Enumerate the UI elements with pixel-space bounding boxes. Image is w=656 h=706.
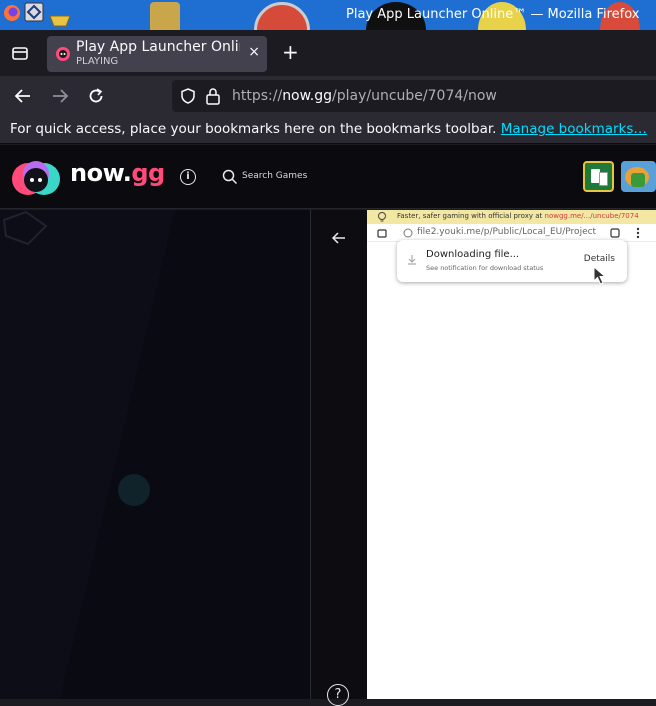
adventure-game-thumbnail[interactable]: [621, 161, 656, 192]
tab-favicon-icon: [56, 47, 70, 61]
in-game-menu-icon[interactable]: [635, 227, 641, 239]
nowgg-wordmark[interactable]: now.gg: [70, 159, 165, 187]
download-subtitle: See notification for download status: [426, 264, 544, 272]
game-background-area: [0, 210, 310, 699]
nowgg-mascot-logo[interactable]: [9, 156, 63, 196]
lock-icon[interactable]: [205, 87, 221, 105]
taskbar-deco-icon: [150, 2, 180, 30]
os-title-bar: Play App Launcher Online™ — Mozilla Fire…: [0, 0, 656, 30]
tab-close-icon[interactable]: ×: [248, 44, 260, 60]
solitaire-game-thumbnail[interactable]: [583, 161, 614, 192]
taskbar-deco-icon: [254, 2, 310, 30]
url-bar[interactable]: https://now.gg/play/uncube/7074/now: [172, 80, 656, 112]
tab-status: PLAYING: [76, 56, 119, 67]
taskbar-deco-icon: [49, 15, 71, 27]
game-side-controls: ?: [310, 210, 368, 706]
tab-strip: Play App Launcher Online™ PLAYING × +: [0, 30, 656, 76]
info-icon[interactable]: i: [180, 169, 196, 185]
window-title: Play App Launcher Online™ — Mozilla Fire…: [346, 7, 640, 22]
proxy-notice-text: Faster, safer gaming with official proxy…: [397, 212, 639, 220]
reload-icon[interactable]: [87, 87, 105, 105]
download-title: Downloading file...: [426, 249, 520, 260]
in-game-info-icon[interactable]: [403, 228, 413, 238]
tab-overview-icon[interactable]: [11, 44, 29, 62]
mouse-cursor-icon: [593, 266, 607, 285]
manage-bookmarks-link[interactable]: Manage bookmarks…: [501, 121, 647, 137]
bookmarks-hint: For quick access, place your bookmarks h…: [10, 121, 647, 137]
collapse-arrow-icon[interactable]: [331, 231, 347, 245]
proxy-link[interactable]: nowgg.me/.../uncube/7074: [545, 212, 639, 220]
game-stream-view[interactable]: Faster, safer gaming with official proxy…: [367, 210, 656, 699]
url-text: https://now.gg/play/uncube/7074/now: [232, 88, 497, 104]
tracking-shield-icon[interactable]: [179, 87, 197, 105]
forward-arrow-icon[interactable]: [51, 87, 69, 105]
help-icon[interactable]: ?: [327, 684, 349, 706]
new-tab-button[interactable]: +: [282, 40, 299, 64]
lightbulb-icon: [378, 212, 386, 222]
nowgg-header: now.gg i Search Games: [0, 145, 656, 209]
bookmarks-toolbar: For quick access, place your bookmarks h…: [0, 116, 656, 144]
search-games-input[interactable]: Search Games: [242, 171, 307, 181]
app-launcher-icon[interactable]: [24, 2, 44, 22]
in-game-tabs-icon[interactable]: [377, 228, 387, 238]
firefox-icon[interactable]: [2, 3, 22, 23]
download-icon: [408, 255, 416, 265]
navigation-toolbar: https://now.gg/play/uncube/7074/now: [0, 76, 656, 116]
proxy-notice-banner: Faster, safer gaming with official proxy…: [367, 210, 656, 224]
background-decoration: [0, 210, 310, 699]
in-game-tab-count-icon[interactable]: [610, 228, 620, 238]
download-details-button[interactable]: Details: [584, 254, 615, 264]
search-icon[interactable]: [222, 169, 238, 185]
tab-title: Play App Launcher Online™: [76, 39, 240, 55]
in-game-url-text: file2.youki.me/p/Public/Local_EU/Project: [417, 227, 597, 237]
tab-active[interactable]: Play App Launcher Online™ PLAYING ×: [47, 36, 267, 72]
back-arrow-icon[interactable]: [14, 87, 32, 105]
